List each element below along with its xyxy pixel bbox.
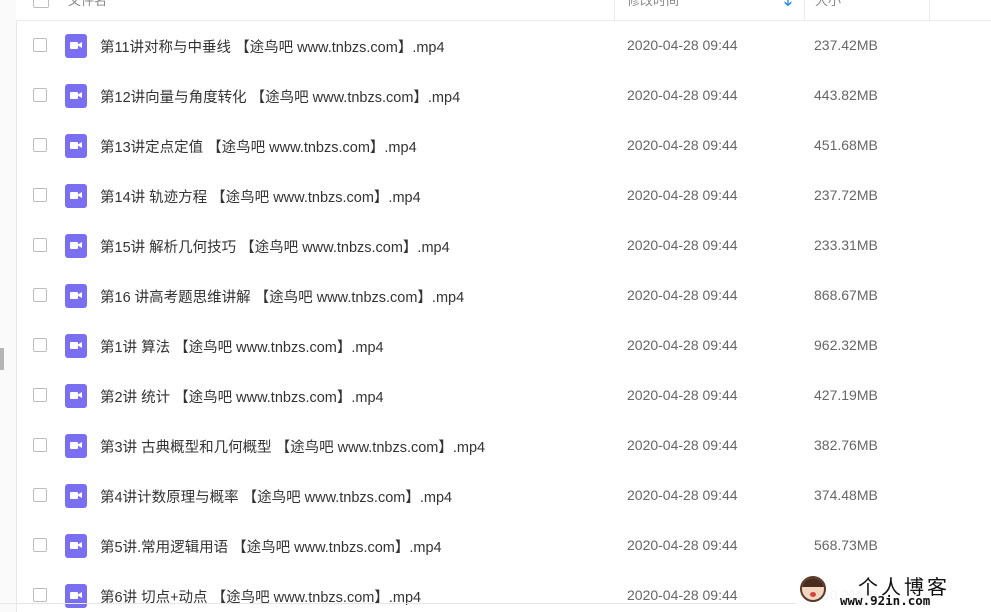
file-size: 237.42MB — [814, 37, 878, 53]
video-file-icon — [65, 184, 87, 208]
file-name[interactable]: 第16 讲高考题思维讲解 【途鸟吧 www.tnbzs.com】.mp4 — [100, 286, 464, 307]
file-name[interactable]: 第11讲对称与中垂线 【途鸟吧 www.tnbzs.com】.mp4 — [100, 36, 445, 57]
file-modified-date: 2020-04-28 09:44 — [627, 87, 738, 103]
file-size: 233.31MB — [814, 237, 878, 253]
file-name[interactable]: 第14讲 轨迹方程 【途鸟吧 www.tnbzs.com】.mp4 — [100, 186, 421, 207]
row-checkbox[interactable] — [33, 488, 47, 502]
file-name[interactable]: 第13讲定点定值 【途鸟吧 www.tnbzs.com】.mp4 — [100, 136, 417, 157]
column-header-size[interactable]: 大小 — [804, 0, 940, 20]
file-row[interactable]: 第16 讲高考题思维讲解 【途鸟吧 www.tnbzs.com】.mp4 2020… — [16, 271, 991, 321]
file-modified-date: 2020-04-28 09:44 — [627, 487, 738, 503]
file-row[interactable]: 第1讲 算法 【途鸟吧 www.tnbzs.com】.mp4 2020-04-28… — [16, 321, 991, 371]
file-manager-window: 文件名 修改时间 🡳 大小 第11讲对称与中垂线 【途鸟吧 www.tnbzs.… — [0, 0, 991, 612]
video-file-icon — [65, 134, 87, 158]
file-row[interactable]: 第5讲.常用逻辑用语 【途鸟吧 www.tnbzs.com】.mp4 2020-0… — [16, 521, 991, 571]
file-size: 451.68MB — [814, 137, 878, 153]
file-name[interactable]: 第3讲 古典概型和几何概型 【途鸟吧 www.tnbzs.com】.mp4 — [100, 436, 485, 457]
file-size: 962.32MB — [814, 337, 878, 353]
file-modified-date: 2020-04-28 09:44 — [627, 37, 738, 53]
panel-resize-handle[interactable] — [0, 348, 4, 370]
file-name[interactable]: 第2讲 统计 【途鸟吧 www.tnbzs.com】.mp4 — [100, 386, 384, 407]
row-checkbox[interactable] — [33, 188, 47, 202]
file-row[interactable]: 第14讲 轨迹方程 【途鸟吧 www.tnbzs.com】.mp4 2020-04… — [16, 171, 991, 221]
file-size: 237.72MB — [814, 187, 878, 203]
video-file-icon — [65, 484, 87, 508]
row-checkbox[interactable] — [33, 588, 47, 602]
row-checkbox[interactable] — [33, 388, 47, 402]
file-row[interactable]: 第4讲计数原理与概率 【途鸟吧 www.tnbzs.com】.mp4 2020-0… — [16, 471, 991, 521]
file-modified-date: 2020-04-28 09:44 — [627, 237, 738, 253]
row-checkbox[interactable] — [33, 538, 47, 552]
video-file-icon — [65, 384, 87, 408]
file-modified-date: 2020-04-28 09:44 — [627, 437, 738, 453]
row-checkbox[interactable] — [33, 288, 47, 302]
file-modified-date: 2020-04-28 09:44 — [627, 587, 738, 603]
left-panel-edge — [0, 0, 17, 612]
file-name[interactable]: 第4讲计数原理与概率 【途鸟吧 www.tnbzs.com】.mp4 — [100, 486, 452, 507]
file-name[interactable]: 第15讲 解析几何技巧 【途鸟吧 www.tnbzs.com】.mp4 — [100, 236, 450, 257]
file-list: 第11讲对称与中垂线 【途鸟吧 www.tnbzs.com】.mp4 2020-0… — [16, 21, 991, 612]
row-checkbox[interactable] — [33, 38, 47, 52]
video-file-icon — [65, 34, 87, 58]
video-file-icon — [65, 534, 87, 558]
avatar-icon — [800, 576, 826, 602]
row-checkbox[interactable] — [33, 238, 47, 252]
blog-watermark: 个人博客 www.92in.com — [796, 570, 991, 612]
file-list-header: 文件名 修改时间 🡳 大小 — [16, 0, 991, 21]
video-file-icon — [65, 434, 87, 458]
file-row[interactable]: 第2讲 统计 【途鸟吧 www.tnbzs.com】.mp4 2020-04-28… — [16, 371, 991, 421]
video-file-icon — [65, 234, 87, 258]
file-modified-date: 2020-04-28 09:44 — [627, 187, 738, 203]
file-size: 382.76MB — [814, 437, 878, 453]
file-row[interactable]: 第3讲 古典概型和几何概型 【途鸟吧 www.tnbzs.com】.mp4 202… — [16, 421, 991, 471]
sort-descending-icon[interactable]: 🡳 — [784, 0, 792, 13]
row-checkbox[interactable] — [33, 438, 47, 452]
file-row[interactable]: 第13讲定点定值 【途鸟吧 www.tnbzs.com】.mp4 2020-04-… — [16, 121, 991, 171]
select-all-checkbox[interactable] — [33, 0, 49, 8]
row-checkbox[interactable] — [33, 138, 47, 152]
file-size: 568.73MB — [814, 537, 878, 553]
file-row[interactable]: 第11讲对称与中垂线 【途鸟吧 www.tnbzs.com】.mp4 2020-0… — [16, 21, 991, 71]
row-checkbox[interactable] — [33, 88, 47, 102]
watermark-url: www.92in.com — [840, 593, 931, 608]
column-header-date[interactable]: 修改时间 — [614, 0, 797, 20]
file-name[interactable]: 第12讲向量与角度转化 【途鸟吧 www.tnbzs.com】.mp4 — [100, 86, 460, 107]
file-size: 443.82MB — [814, 87, 878, 103]
row-checkbox[interactable] — [33, 338, 47, 352]
file-modified-date: 2020-04-28 09:44 — [627, 537, 738, 553]
video-file-icon — [65, 584, 87, 608]
file-name[interactable]: 第5讲.常用逻辑用语 【途鸟吧 www.tnbzs.com】.mp4 — [100, 536, 442, 557]
file-size: 374.48MB — [814, 487, 878, 503]
file-modified-date: 2020-04-28 09:44 — [627, 387, 738, 403]
column-header-extra — [929, 0, 991, 20]
column-header-name[interactable]: 文件名 — [68, 0, 608, 20]
file-size: 427.19MB — [814, 387, 878, 403]
file-modified-date: 2020-04-28 09:44 — [627, 337, 738, 353]
file-name[interactable]: 第1讲 算法 【途鸟吧 www.tnbzs.com】.mp4 — [100, 336, 384, 357]
video-file-icon — [65, 334, 87, 358]
file-modified-date: 2020-04-28 09:44 — [627, 137, 738, 153]
file-size: 868.67MB — [814, 287, 878, 303]
file-row[interactable]: 第12讲向量与角度转化 【途鸟吧 www.tnbzs.com】.mp4 2020-… — [16, 71, 991, 121]
file-modified-date: 2020-04-28 09:44 — [627, 287, 738, 303]
video-file-icon — [65, 84, 87, 108]
file-row[interactable]: 第15讲 解析几何技巧 【途鸟吧 www.tnbzs.com】.mp4 2020-… — [16, 221, 991, 271]
video-file-icon — [65, 284, 87, 308]
